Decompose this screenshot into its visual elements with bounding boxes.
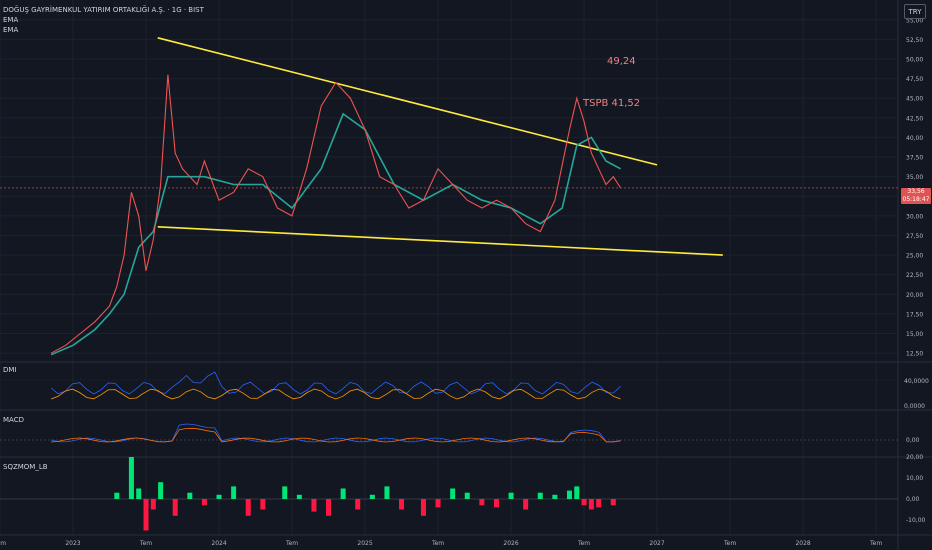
sqz-bar — [574, 486, 580, 499]
sqz-bar — [552, 494, 558, 499]
x-tick-label: Tem — [577, 540, 590, 547]
sqz-bar — [114, 492, 120, 499]
sqz-tick-label: 20,00 — [906, 454, 923, 461]
x-tick-label: Tem — [285, 540, 298, 547]
sqz-bar — [566, 490, 572, 499]
y-tick-label: 45,00 — [906, 96, 923, 103]
macd-label[interactable]: MACD — [3, 416, 24, 424]
dmi-plus-line — [50, 371, 621, 395]
y-tick-label: 15,00 — [906, 331, 923, 338]
axis-labels: 55,0052,5050,0047,5045,0042,5040,0037,50… — [0, 17, 929, 547]
sqz-bar — [523, 499, 529, 510]
sqz-bar — [610, 499, 616, 506]
ema-line — [50, 112, 621, 356]
sqz-bar — [384, 486, 390, 499]
indicator-panes — [0, 371, 898, 531]
sqz-bar — [399, 499, 405, 510]
sqz-bar — [143, 499, 149, 531]
sqz-bar — [245, 499, 251, 516]
x-tick-label: 2028 — [795, 540, 810, 547]
y-tick-label: 35,00 — [906, 174, 923, 181]
trendline-2 — [157, 226, 723, 256]
sqz-bar — [420, 499, 426, 516]
sqz-bar — [464, 492, 470, 499]
x-tick-label: Tem — [723, 540, 736, 547]
sqz-bar — [508, 492, 514, 499]
y-tick-label: 40,00 — [906, 135, 923, 142]
dmi-tick-label: 0,0000 — [904, 403, 925, 410]
sqz-bar — [136, 488, 142, 499]
sqz-bar — [260, 499, 266, 510]
x-tick-label: 2025 — [357, 540, 372, 547]
sqz-tick-label: 0,00 — [906, 496, 920, 503]
y-tick-label: 30,00 — [906, 213, 923, 220]
y-tick-label: 42,50 — [906, 115, 923, 122]
y-tick-label: 47,50 — [906, 76, 923, 83]
sqz-bar — [172, 499, 178, 516]
x-tick-label: Tem — [869, 540, 882, 547]
sqzmom-label[interactable]: SQZMOM_LB — [3, 463, 48, 471]
sqz-bar — [596, 499, 602, 508]
sqz-bar — [450, 488, 456, 499]
indicator-ema-2[interactable]: EMA — [3, 26, 18, 34]
x-tick-label: Tem — [431, 540, 444, 547]
sqz-bar — [355, 499, 361, 510]
sqz-bar — [158, 482, 164, 499]
y-tick-label: 25,00 — [906, 253, 923, 260]
target-annotation: 49,24 — [607, 56, 636, 67]
sqz-bar — [479, 499, 485, 506]
sqz-bar — [493, 499, 499, 508]
x-tick-label: 2027 — [649, 540, 664, 547]
series-layer — [0, 74, 898, 356]
x-tick-label: Tem — [0, 540, 6, 547]
sqz-bar — [231, 486, 237, 499]
y-tick-label: 17,50 — [906, 311, 923, 318]
y-tick-label: 20,00 — [906, 292, 923, 299]
trendlines — [157, 37, 723, 256]
x-tick-label: 2026 — [503, 540, 518, 547]
last-price: 33,56 — [907, 188, 925, 195]
y-tick-label: 12,50 — [906, 351, 923, 358]
bar-countdown: 05:18:47 — [902, 196, 930, 203]
sqz-bar — [311, 499, 317, 512]
symbol-title: DOĞUŞ GAYRİMENKUL YATIRIM ORTAKLIĞI A.Ş.… — [3, 6, 204, 14]
dmi-tick-label: 40,0000 — [904, 378, 929, 385]
sqz-bar — [340, 488, 346, 499]
chart-svg[interactable]: 55,0052,5050,0047,5045,0042,5040,0037,50… — [0, 0, 932, 550]
sqz-tick-label: -10,00 — [906, 517, 926, 524]
currency-button[interactable]: TRY — [904, 4, 926, 19]
sqz-bar — [128, 457, 134, 499]
sqz-tick-label: 10,00 — [906, 475, 923, 482]
x-tick-label: 2024 — [211, 540, 226, 547]
sqz-bar — [216, 494, 222, 499]
dmi-label[interactable]: DMI — [3, 366, 17, 374]
y-tick-label: 27,50 — [906, 233, 923, 240]
y-tick-label: 22,50 — [906, 272, 923, 279]
sqz-bar — [581, 499, 587, 506]
sqz-bar — [282, 486, 288, 499]
chart-root: 55,00 52,50 50,00 47,50 45,00 42,50 40,00 37,50… — [0, 0, 932, 550]
macd-tick-label: 0,00 — [906, 437, 920, 444]
x-tick-label: Tem — [139, 540, 152, 547]
sqz-bar — [150, 499, 156, 510]
y-tick-label: 50,00 — [906, 56, 923, 63]
tspb-annotation: TSPB 41,52 — [583, 98, 641, 109]
sqz-bar — [201, 499, 207, 506]
price-line — [50, 74, 622, 354]
sqz-bar — [187, 492, 193, 499]
indicator-ema-1[interactable]: EMA — [3, 16, 18, 24]
y-tick-label: 37,50 — [906, 155, 923, 162]
x-tick-label: 2023 — [65, 540, 80, 547]
sqz-bar — [537, 492, 543, 499]
grid — [0, 0, 898, 535]
last-price-badge: 33,56 05:18:47 — [901, 188, 931, 204]
y-tick-label: 52,50 — [906, 37, 923, 44]
sqz-bar — [369, 494, 375, 499]
sqz-bar — [326, 499, 332, 516]
sqz-bar — [435, 499, 441, 508]
sqz-bar — [296, 494, 302, 499]
sqz-bar — [588, 499, 594, 510]
